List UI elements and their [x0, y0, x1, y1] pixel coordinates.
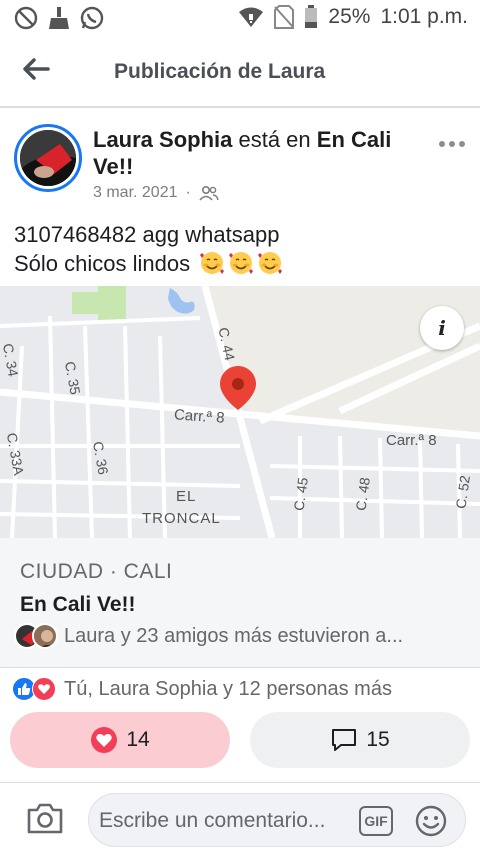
battery-percent: 25% [328, 5, 371, 28]
camera-icon [27, 803, 63, 834]
place-category: CIUDAD · CALI [20, 560, 173, 583]
map-label: TRONCAL [142, 510, 221, 527]
love-icon [91, 727, 118, 753]
comment-input[interactable]: Escribe un comentario... GIF [88, 793, 466, 847]
location-connector: está en [238, 127, 311, 152]
broom-icon [48, 6, 70, 30]
location-map[interactable]: C. 44 Carr.ª 8 Carr.ª 8 C. 34 C. 35 C. 3… [0, 286, 480, 538]
comment-bar: Escribe un comentario... GIF [0, 782, 480, 854]
map-label: EL [176, 488, 197, 505]
reactions-summary[interactable]: Tú, Laura Sophia y 12 personas más [12, 677, 392, 701]
smiley-icon [415, 805, 447, 837]
post-header: Laura Sophia está en En Cali Ve!! 3 mar.… [0, 110, 480, 210]
author-name[interactable]: Laura Sophia [93, 127, 232, 152]
status-bar: 25% 1:01 p.m. [0, 0, 480, 38]
post-text: 3107468482 agg whatsapp Sólo chicos lind… [14, 220, 283, 278]
more-dot-icon [439, 141, 445, 147]
post-date[interactable]: 3 mar. 2021 [93, 184, 178, 202]
visitors-text: Laura y 23 amigos más estuvieron a... [64, 624, 404, 647]
back-button[interactable] [18, 54, 54, 84]
whatsapp-icon [80, 6, 104, 30]
comment-count: 15 [366, 728, 390, 751]
wifi-icon [238, 6, 264, 28]
map-label: Carr.ª 8 [386, 432, 437, 449]
emoji-button[interactable] [415, 805, 447, 837]
battery-icon [304, 5, 318, 29]
friend-avatar [32, 623, 58, 649]
post-author-line: Laura Sophia está en En Cali Ve!! [93, 126, 423, 180]
love-count: 14 [126, 728, 150, 751]
map-label: Carr.ª 8 [173, 406, 226, 427]
avatar[interactable] [14, 124, 82, 192]
clock: 1:01 p.m. [380, 5, 468, 28]
arrow-left-icon [23, 58, 50, 80]
more-dot-icon [459, 141, 465, 147]
place-name: En Cali Ve!! [20, 593, 136, 616]
page-title: Publicación de Laura [114, 60, 326, 83]
love-reaction-icon [32, 677, 56, 701]
comment-placeholder: Escribe un comentario... [99, 809, 326, 832]
post-text-line-2: Sólo chicos lindos [14, 251, 191, 276]
gif-label: GIF [364, 813, 388, 829]
more-options-button[interactable] [436, 134, 468, 154]
post-text-line-1: 3107468482 agg whatsapp [14, 222, 280, 247]
place-card[interactable]: CIUDAD · CALI En Cali Ve!! Laura y 23 am… [0, 538, 480, 668]
smiling-face-with-hearts-icon [258, 252, 283, 274]
gif-button[interactable]: GIF [359, 806, 393, 836]
love-button[interactable]: 14 [10, 712, 230, 768]
map-info-button[interactable]: i [420, 306, 464, 350]
comment-icon [332, 729, 357, 751]
no-sim-icon [274, 5, 295, 29]
smiling-face-with-hearts-icon [200, 252, 225, 274]
header: Publicación de Laura [0, 40, 480, 108]
reactions-text: Tú, Laura Sophia y 12 personas más [64, 677, 392, 700]
post-meta: 3 mar. 2021 · [93, 184, 219, 202]
comment-button[interactable]: 15 [250, 712, 470, 768]
info-icon: i [438, 316, 446, 340]
meta-separator: · [185, 184, 191, 201]
place-visitors: Laura y 23 amigos más estuvieron a... [14, 623, 474, 649]
more-dot-icon [449, 141, 455, 147]
smiling-face-with-hearts-icon [229, 252, 254, 274]
friends-audience-icon [199, 185, 219, 201]
blocked-icon [14, 6, 38, 30]
camera-button[interactable] [26, 801, 64, 835]
